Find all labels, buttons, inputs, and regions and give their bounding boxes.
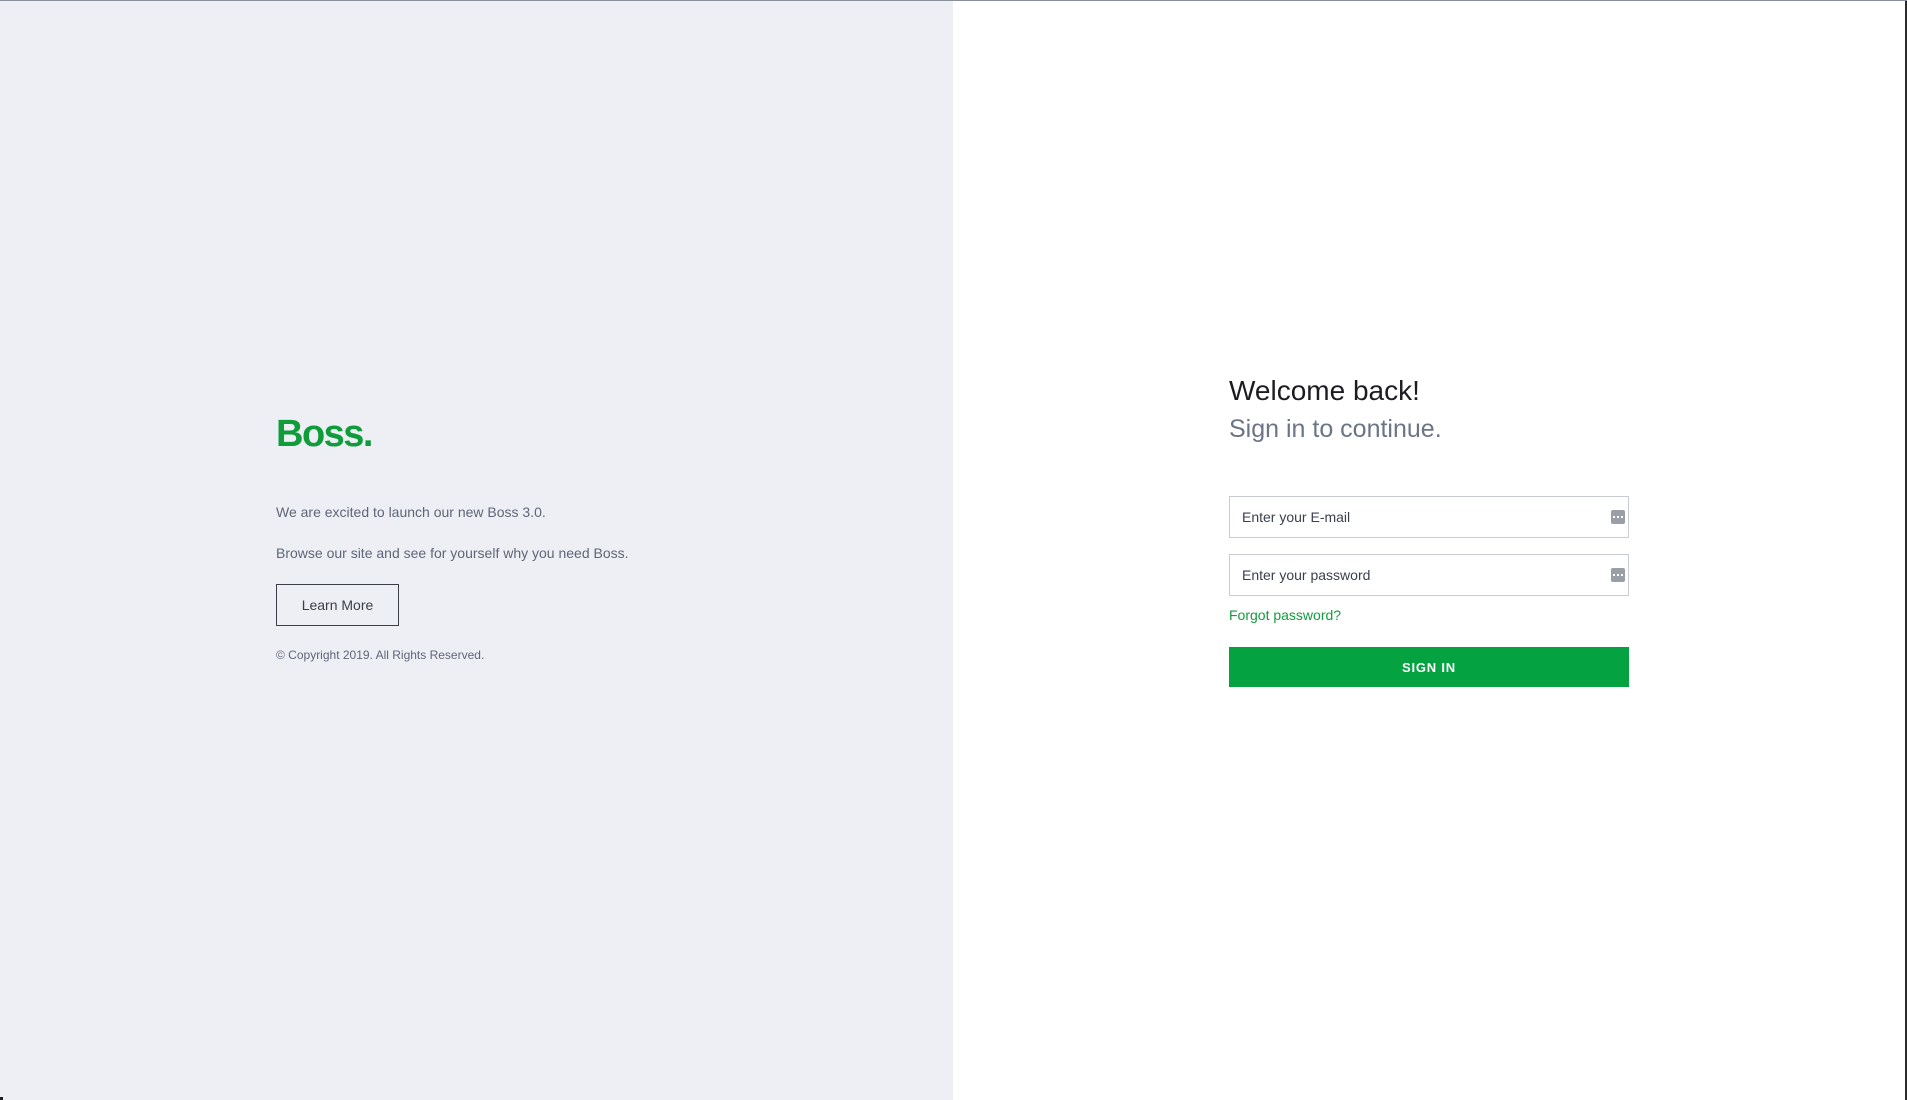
- login-subtitle: Sign in to continue.: [1229, 415, 1442, 443]
- sign-in-button[interactable]: SIGN IN: [1229, 647, 1629, 687]
- email-input[interactable]: [1230, 497, 1628, 537]
- password-input[interactable]: [1230, 555, 1628, 595]
- brand-logo: Boss.: [276, 413, 373, 455]
- intro-text-launch: We are excited to launch our new Boss 3.…: [276, 504, 546, 520]
- email-field-wrapper: [1229, 496, 1629, 538]
- password-field-wrapper: [1229, 554, 1629, 596]
- password-manager-key-icon[interactable]: [1611, 568, 1625, 582]
- login-panel: [953, 1, 1907, 1100]
- forgot-password-link[interactable]: Forgot password?: [1229, 608, 1341, 622]
- password-manager-key-icon[interactable]: [1611, 510, 1625, 524]
- welcome-title: Welcome back!: [1229, 375, 1420, 406]
- login-page: Boss. We are excited to launch our new B…: [0, 0, 1907, 1100]
- promo-panel: Boss. We are excited to launch our new B…: [0, 1, 953, 1100]
- intro-text-browse: Browse our site and see for yourself why…: [276, 545, 629, 561]
- copyright-text: © Copyright 2019. All Rights Reserved.: [276, 648, 485, 662]
- learn-more-button[interactable]: Learn More: [276, 584, 399, 626]
